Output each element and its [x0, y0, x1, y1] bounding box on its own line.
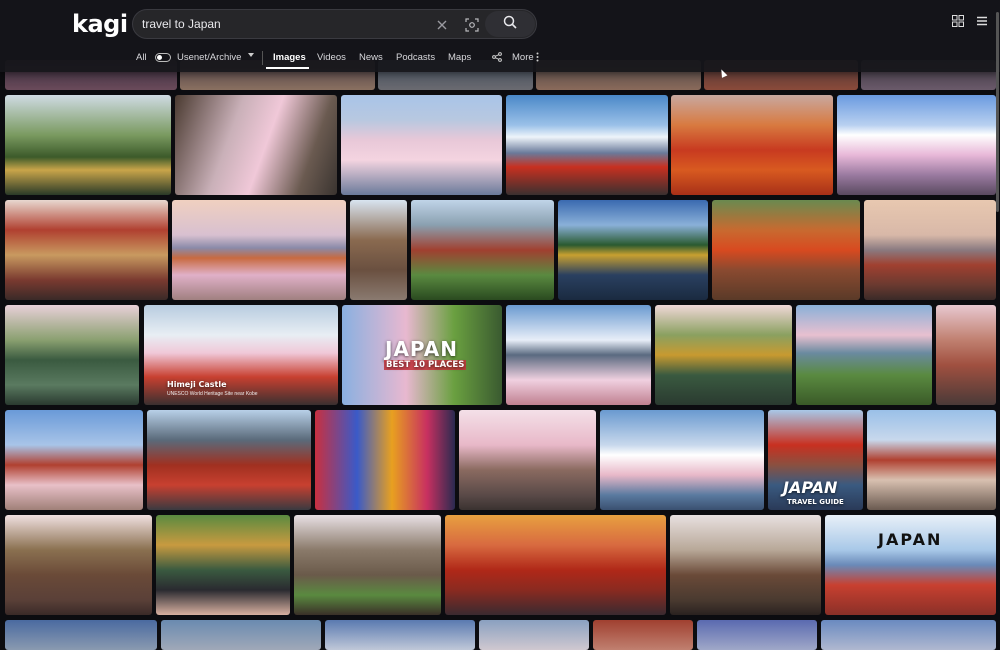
- more-dots-icon[interactable]: [536, 52, 539, 65]
- best-10-places: BEST 10 PLACES: [384, 360, 467, 370]
- search-bar: [132, 9, 537, 39]
- tile-cherry-walk[interactable]: [459, 410, 596, 510]
- tile-cherry-river[interactable]: [341, 95, 502, 195]
- kagi-logo[interactable]: kagi: [72, 10, 128, 38]
- tile-evening-street[interactable]: [936, 305, 996, 405]
- tile-himeji-castle[interactable]: [144, 305, 338, 405]
- header-actions: [952, 14, 988, 32]
- tile-misty-pagoda[interactable]: [864, 200, 996, 300]
- tile-pagoda-lane[interactable]: [670, 515, 821, 615]
- active-tab-indicator: [266, 67, 309, 69]
- search-icon: [503, 15, 517, 34]
- image-search-icon[interactable]: [463, 16, 481, 34]
- tab-podcasts[interactable]: Podcasts: [396, 52, 435, 63]
- tile-golden-pond[interactable]: [655, 305, 792, 405]
- tab-images[interactable]: Images: [273, 52, 306, 63]
- tile-kiyomizu-autumn[interactable]: [671, 95, 833, 195]
- search-header: kagi All Usenet/Archive Images: [0, 0, 1000, 72]
- tile-narrow-street[interactable]: [350, 200, 407, 300]
- tile-pagoda-mountains[interactable]: [172, 200, 346, 300]
- tile-fuji-garden[interactable]: [796, 305, 932, 405]
- tile-bottom-7[interactable]: [821, 620, 996, 650]
- clear-icon[interactable]: [433, 16, 451, 34]
- tile-chureito-pagoda[interactable]: [411, 200, 554, 300]
- tile-autumn-garden[interactable]: [712, 200, 860, 300]
- nav-divider: [262, 51, 263, 65]
- tile-kyoto-street[interactable]: [175, 95, 337, 195]
- tile-pagoda-woman[interactable]: [867, 410, 996, 510]
- grid-apps-icon[interactable]: [952, 14, 964, 32]
- scrollbar[interactable]: [996, 12, 999, 212]
- tile-red-gate-sunset[interactable]: [445, 515, 666, 615]
- tile-pagoda-cherry[interactable]: [5, 410, 143, 510]
- search-input[interactable]: [142, 10, 422, 38]
- tile-sensoji-temple[interactable]: [147, 410, 311, 510]
- tab-more[interactable]: More: [512, 52, 534, 63]
- japan-tile-title: JAPAN: [878, 530, 943, 549]
- tile-bottom-4[interactable]: [479, 620, 589, 650]
- japan-big-title: JAPAN: [385, 337, 458, 361]
- tile-bottom-1[interactable]: [5, 620, 157, 650]
- tile-umbrella-kimono[interactable]: [5, 200, 168, 300]
- tile-kyoto-alley[interactable]: [294, 515, 441, 615]
- hamburger-menu-icon[interactable]: [976, 14, 988, 32]
- tile-geisha-garden[interactable]: [156, 515, 290, 615]
- himeji-title: Himeji Castle: [167, 380, 227, 389]
- japan-guide-title: JAPAN: [783, 478, 838, 497]
- tile-yasaka-street[interactable]: [5, 515, 152, 615]
- archive-toggle[interactable]: [155, 53, 171, 62]
- tile-bottom-5[interactable]: [593, 620, 693, 650]
- search-button[interactable]: [485, 11, 535, 37]
- tile-golden-reflection[interactable]: [558, 200, 708, 300]
- tile-canal-boat[interactable]: [5, 305, 139, 405]
- tile-fuji-pagoda-1[interactable]: [506, 95, 668, 195]
- japan-guide-subtitle: TRAVEL GUIDE: [787, 498, 844, 506]
- tab-news[interactable]: News: [359, 52, 383, 63]
- share-icon[interactable]: [492, 52, 502, 65]
- tile-fuji-castle[interactable]: [506, 305, 651, 405]
- image-results-grid: [0, 0, 1000, 650]
- tile-bottom-2[interactable]: [161, 620, 321, 650]
- tab-videos[interactable]: Videos: [317, 52, 346, 63]
- search-nav: All Usenet/Archive Images Videos News Po…: [0, 48, 1000, 70]
- tab-maps[interactable]: Maps: [448, 52, 471, 63]
- tile-bottom-3[interactable]: [325, 620, 475, 650]
- tile-bottom-6[interactable]: [697, 620, 817, 650]
- tile-kinkakuji-photo[interactable]: [5, 95, 171, 195]
- nav-all[interactable]: All: [136, 52, 147, 63]
- tile-fuji-pagoda-2[interactable]: [837, 95, 996, 195]
- tile-fuji-blossom[interactable]: [600, 410, 764, 510]
- tile-neon-street[interactable]: [315, 410, 455, 510]
- nav-usenet-archive[interactable]: Usenet/Archive: [177, 52, 241, 63]
- chevron-down-icon[interactable]: [247, 51, 255, 62]
- himeji-subtitle: UNESCO World Heritage Site near Kobe: [167, 391, 258, 397]
